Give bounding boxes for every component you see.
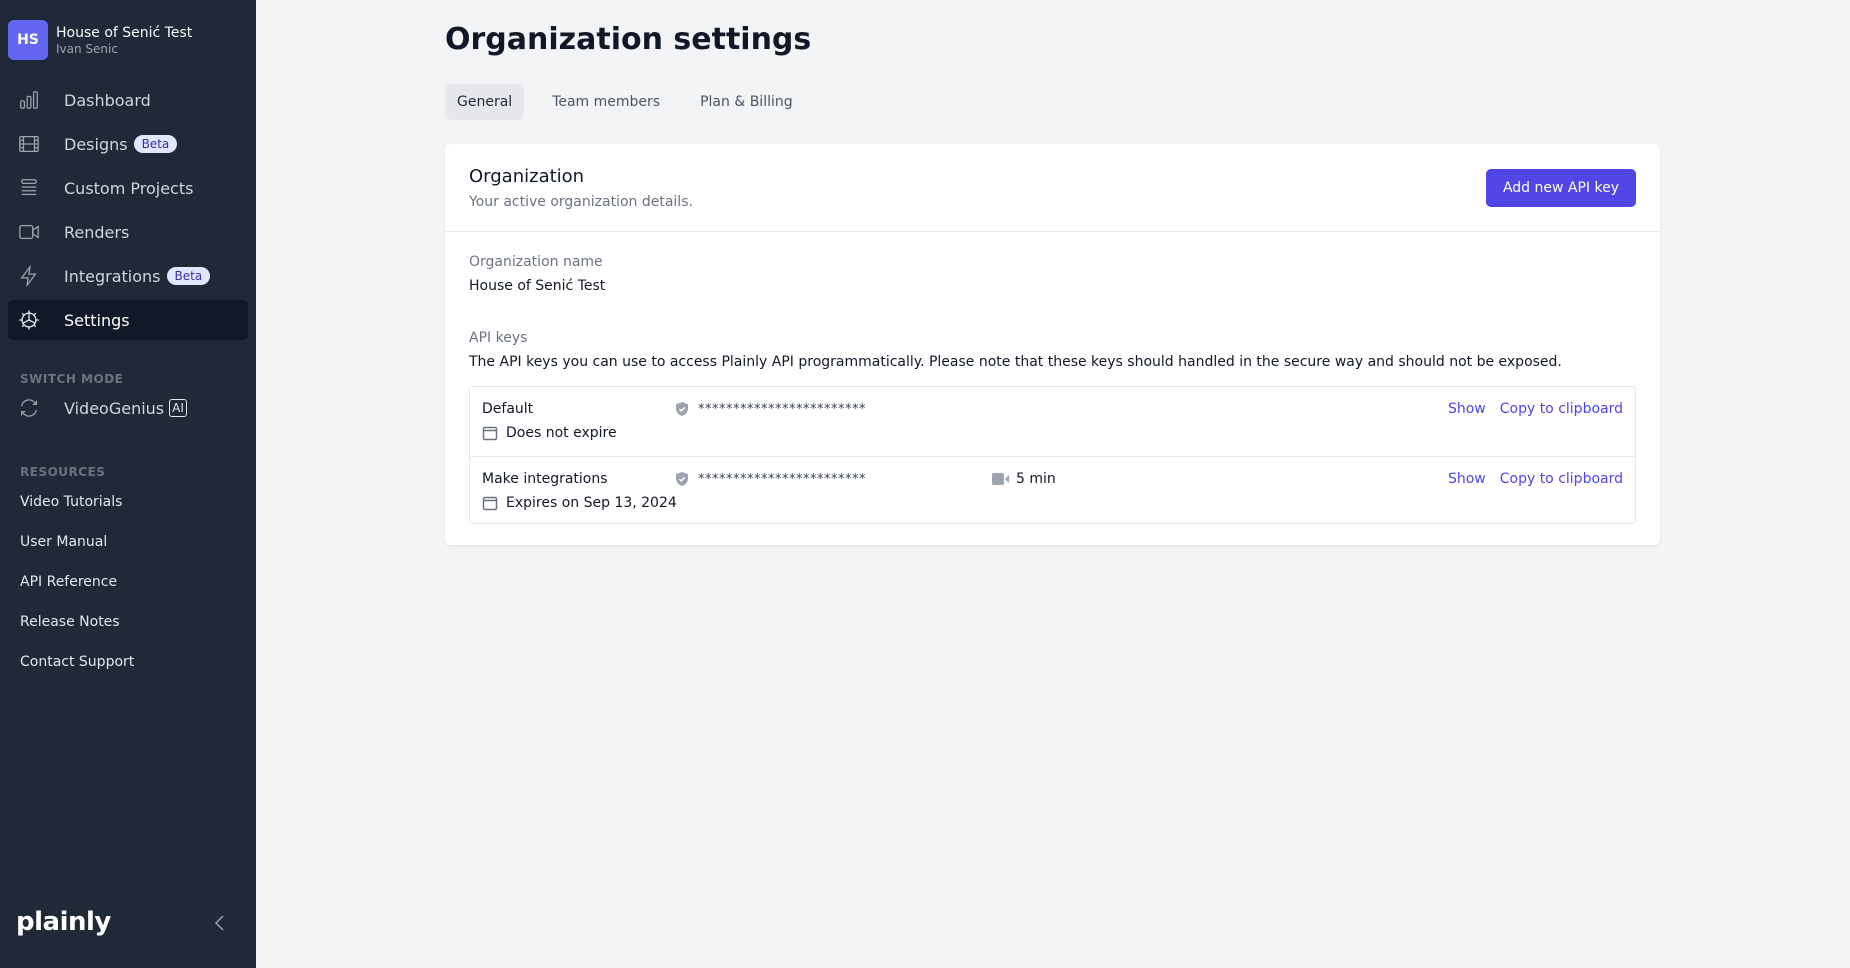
card-title: Organization bbox=[469, 166, 585, 187]
sidebar-item-renders[interactable]: Renders bbox=[8, 212, 248, 252]
bolt-icon bbox=[20, 265, 37, 287]
api-keys-description: The API keys you can use to access Plain… bbox=[469, 354, 1562, 370]
shield-check-icon bbox=[676, 472, 688, 486]
gear-icon bbox=[19, 310, 39, 330]
bar-chart-icon bbox=[20, 91, 38, 109]
resources-heading: RESOURCES bbox=[20, 465, 106, 479]
shield-check-icon bbox=[676, 402, 688, 416]
tab-team-members[interactable]: Team members bbox=[540, 84, 672, 120]
api-key-masked: ************************ bbox=[698, 471, 866, 487]
api-key-row: Make integrations Expires on Sep 13, 202… bbox=[470, 456, 1635, 525]
sidebar-item-designs[interactable]: Designs Beta bbox=[8, 124, 248, 164]
stack-icon bbox=[21, 179, 37, 196]
org-name-value: House of Senić Test bbox=[469, 278, 606, 294]
api-key-name: Default bbox=[482, 401, 534, 417]
sidebar-item-label: VideoGenius bbox=[64, 398, 165, 418]
tab-plan-billing[interactable]: Plan & Billing bbox=[688, 84, 805, 120]
page-title: Organization settings bbox=[445, 22, 812, 57]
sidebar-item-label: Integrations bbox=[64, 266, 161, 286]
api-keys-label: API keys bbox=[469, 330, 528, 346]
sidebar-item-settings[interactable]: Settings bbox=[8, 300, 248, 340]
add-api-key-button[interactable]: Add new API key bbox=[1485, 169, 1636, 207]
sidebar-item-custom-projects[interactable]: Custom Projects bbox=[8, 168, 248, 208]
sidebar-item-label: Designs bbox=[64, 134, 128, 154]
sidebar-item-integrations[interactable]: Integrations Beta bbox=[8, 256, 248, 296]
api-key-actions: Show Copy to clipboard bbox=[1448, 471, 1623, 487]
show-key-link[interactable]: Show bbox=[1448, 401, 1486, 417]
api-key-expiry-text: Expires on Sep 13, 2024 bbox=[506, 495, 677, 511]
api-key-expiry-text: Does not expire bbox=[506, 425, 617, 441]
sidebar-item-videogenius[interactable]: VideoGenius AI bbox=[8, 388, 248, 428]
ai-badge: AI bbox=[169, 399, 187, 417]
switch-mode-heading: SWITCH MODE bbox=[20, 372, 124, 386]
api-key-masked: ************************ bbox=[698, 401, 866, 417]
link-video-tutorials[interactable]: Video Tutorials bbox=[20, 494, 122, 510]
plainly-logo[interactable]: plainly bbox=[16, 907, 111, 937]
api-key-actions: Show Copy to clipboard bbox=[1448, 401, 1623, 417]
api-key-usage: 5 min bbox=[992, 471, 1056, 487]
tab-general[interactable]: General bbox=[445, 84, 525, 120]
sidebar-item-label: Settings bbox=[64, 310, 130, 330]
org-name: House of Senić Test bbox=[56, 24, 193, 41]
main-nav: Dashboard Designs Beta Custom Projects R… bbox=[8, 80, 248, 344]
calendar-icon bbox=[482, 426, 498, 441]
copy-key-link[interactable]: Copy to clipboard bbox=[1500, 401, 1623, 417]
org-name-label: Organization name bbox=[469, 254, 603, 270]
api-key-secret: ************************ bbox=[674, 401, 866, 417]
link-user-manual[interactable]: User Manual bbox=[20, 534, 107, 550]
sidebar-item-label: Custom Projects bbox=[64, 178, 194, 198]
calendar-icon bbox=[482, 496, 498, 511]
sidebar: HS House of Senić Test Ivan Senic Dashbo… bbox=[0, 0, 256, 968]
refresh-icon bbox=[21, 399, 37, 417]
collapse-sidebar-icon[interactable] bbox=[212, 912, 228, 934]
card-subtitle: Your active organization details. bbox=[469, 194, 693, 210]
user-name: Ivan Senic bbox=[56, 41, 118, 56]
sidebar-item-label: Dashboard bbox=[64, 90, 151, 110]
org-avatar: HS bbox=[8, 20, 48, 60]
show-key-link[interactable]: Show bbox=[1448, 471, 1486, 487]
settings-tabs: General Team members Plan & Billing bbox=[445, 84, 821, 120]
api-key-expiry: Does not expire bbox=[482, 425, 617, 441]
organization-card: Organization Your active organization de… bbox=[445, 144, 1660, 545]
beta-badge: Beta bbox=[166, 267, 211, 285]
api-key-name: Make integrations bbox=[482, 471, 608, 487]
api-key-secret: ************************ bbox=[674, 471, 866, 487]
org-switcher[interactable]: HS House of Senić Test Ivan Senic bbox=[8, 20, 192, 60]
api-key-expiry: Expires on Sep 13, 2024 bbox=[482, 495, 677, 511]
api-key-row: Default Does not expire ****************… bbox=[470, 387, 1635, 456]
video-camera-icon bbox=[19, 224, 39, 240]
copy-key-link[interactable]: Copy to clipboard bbox=[1500, 471, 1623, 487]
card-header: Organization Your active organization de… bbox=[445, 144, 1660, 232]
film-icon bbox=[19, 136, 39, 152]
video-camera-icon bbox=[992, 473, 1009, 485]
link-release-notes[interactable]: Release Notes bbox=[20, 614, 120, 630]
link-contact-support[interactable]: Contact Support bbox=[20, 654, 134, 670]
api-key-usage-text: 5 min bbox=[1016, 471, 1056, 487]
beta-badge: Beta bbox=[133, 135, 178, 153]
sidebar-item-dashboard[interactable]: Dashboard bbox=[8, 80, 248, 120]
api-key-list: Default Does not expire ****************… bbox=[469, 386, 1636, 524]
link-api-reference[interactable]: API Reference bbox=[20, 574, 117, 590]
sidebar-item-label: Renders bbox=[64, 222, 130, 242]
